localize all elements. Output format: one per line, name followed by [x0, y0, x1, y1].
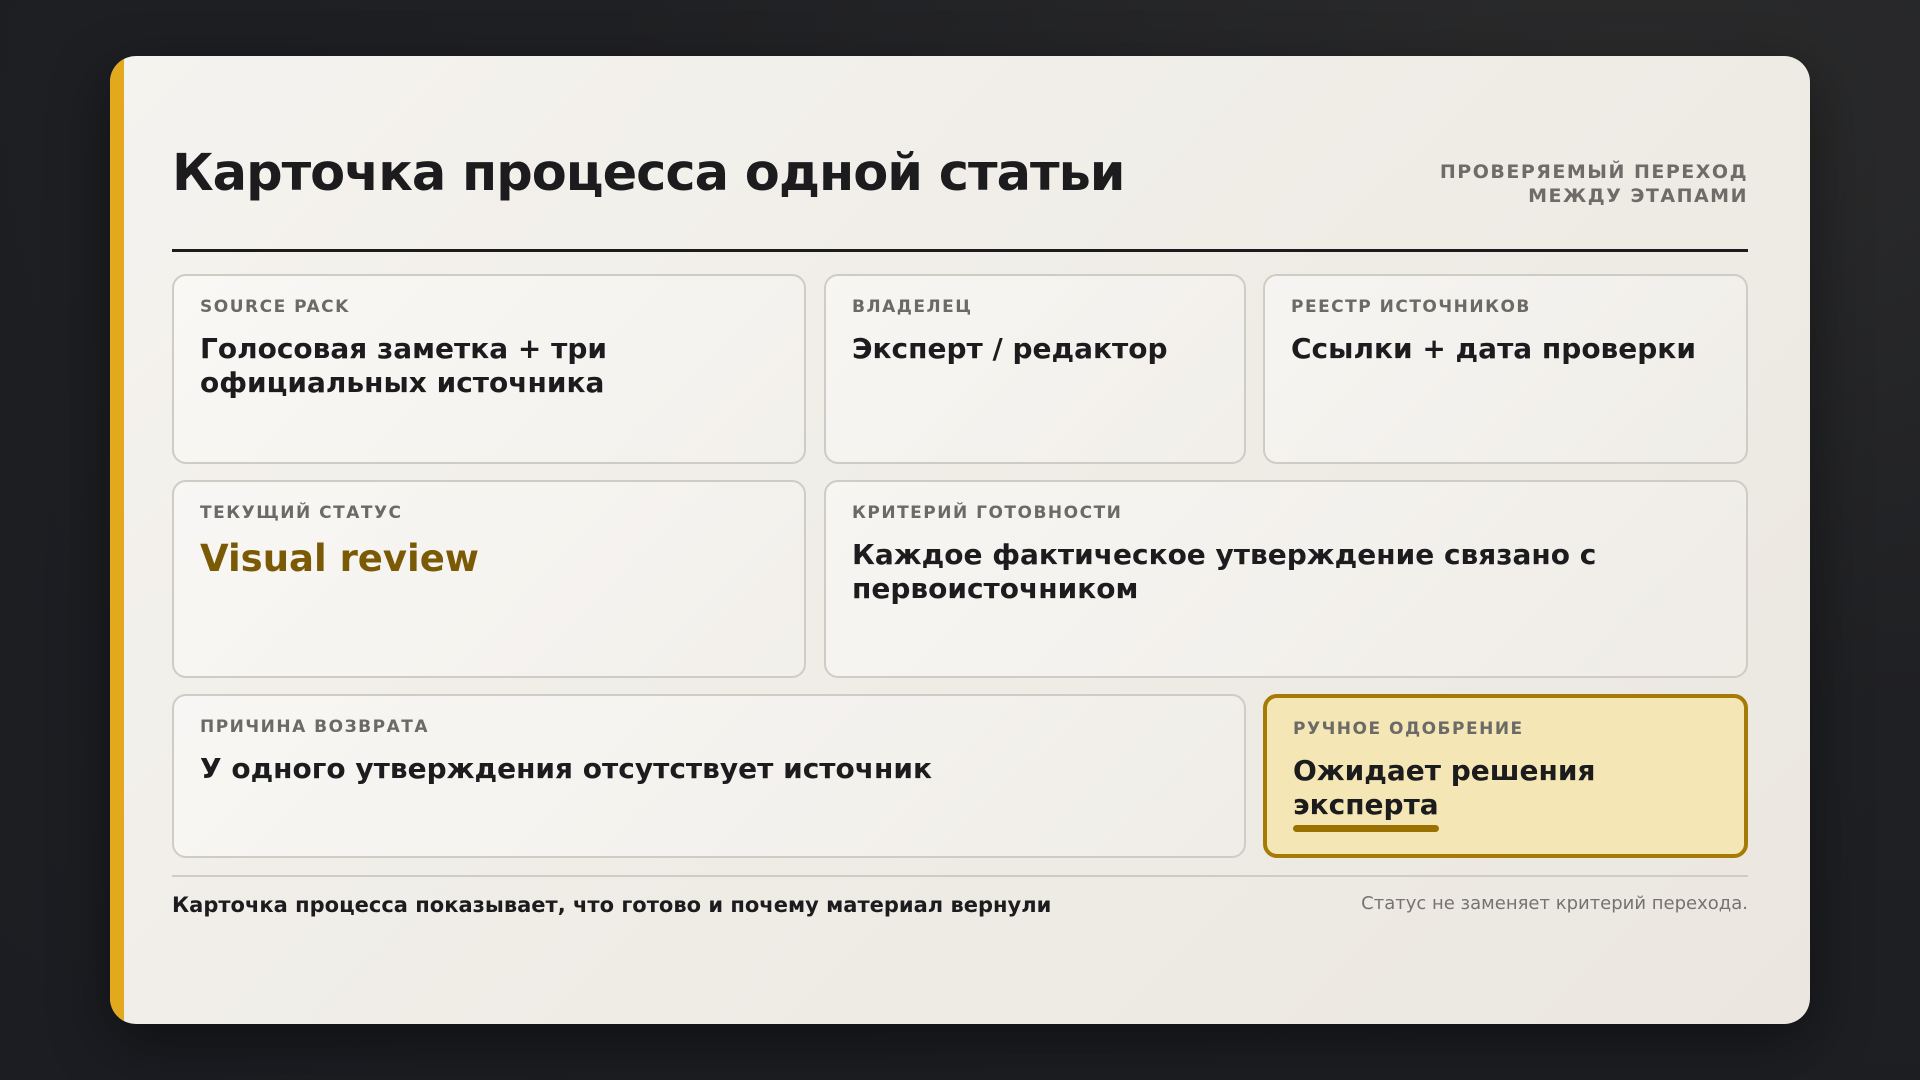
approval-progress-fill	[1293, 825, 1439, 832]
footer-caption: Карточка процесса показывает, что готово…	[172, 893, 1052, 917]
card-source-pack: SOURCE PACK Голосовая заметка + три офиц…	[172, 274, 806, 464]
header-divider	[172, 249, 1748, 252]
card-value: Каждое фактическое утверждение связано с…	[852, 538, 1597, 605]
card-readiness-criterion: КРИТЕРИЙ ГОТОВНОСТИ Каждое фактическое у…	[824, 480, 1748, 678]
card-label: КРИТЕРИЙ ГОТОВНОСТИ	[852, 503, 1123, 523]
card-value: Эксперт / редактор	[852, 332, 1168, 365]
card-label: РЕЕСТР ИСТОЧНИКОВ	[1291, 297, 1531, 317]
card-label: ВЛАДЕЛЕЦ	[852, 297, 973, 317]
page-title: Карточка процесса одной статьи	[172, 144, 1126, 203]
card-return-reason: ПРИЧИНА ВОЗВРАТА У одного утверждения от…	[172, 694, 1246, 858]
footer-note: Статус не заменяет критерий перехода.	[1361, 893, 1748, 914]
card-source-registry: РЕЕСТР ИСТОЧНИКОВ Ссылки + дата проверки	[1263, 274, 1748, 464]
status-value: Visual review	[200, 537, 479, 580]
card-label: РУЧНОЕ ОДОБРЕНИЕ	[1293, 719, 1524, 739]
card-owner: ВЛАДЕЛЕЦ Эксперт / редактор	[824, 274, 1246, 464]
process-card-slide: Карточка процесса одной статьи ПРОВЕРЯЕМ…	[110, 56, 1810, 1024]
approval-progress-bar	[1293, 825, 1439, 832]
card-current-status: ТЕКУЩИЙ СТАТУС Visual review	[172, 480, 806, 678]
card-label: SOURCE PACK	[200, 297, 350, 317]
accent-bar	[110, 56, 124, 1024]
card-value: У одного утверждения отсутствует источни…	[200, 752, 932, 785]
page-subtitle: ПРОВЕРЯЕМЫЙ ПЕРЕХОД МЕЖДУ ЭТАПАМИ	[1439, 161, 1748, 207]
footer-divider	[172, 875, 1748, 877]
card-value: Ожидает решения эксперта	[1293, 754, 1596, 821]
card-label: ПРИЧИНА ВОЗВРАТА	[200, 717, 429, 737]
card-value: Голосовая заметка + три официальных исто…	[200, 332, 608, 399]
card-value: Ссылки + дата проверки	[1291, 332, 1696, 365]
card-label: ТЕКУЩИЙ СТАТУС	[200, 503, 403, 523]
card-manual-approval: РУЧНОЕ ОДОБРЕНИЕ Ожидает решения эксперт…	[1263, 694, 1748, 858]
